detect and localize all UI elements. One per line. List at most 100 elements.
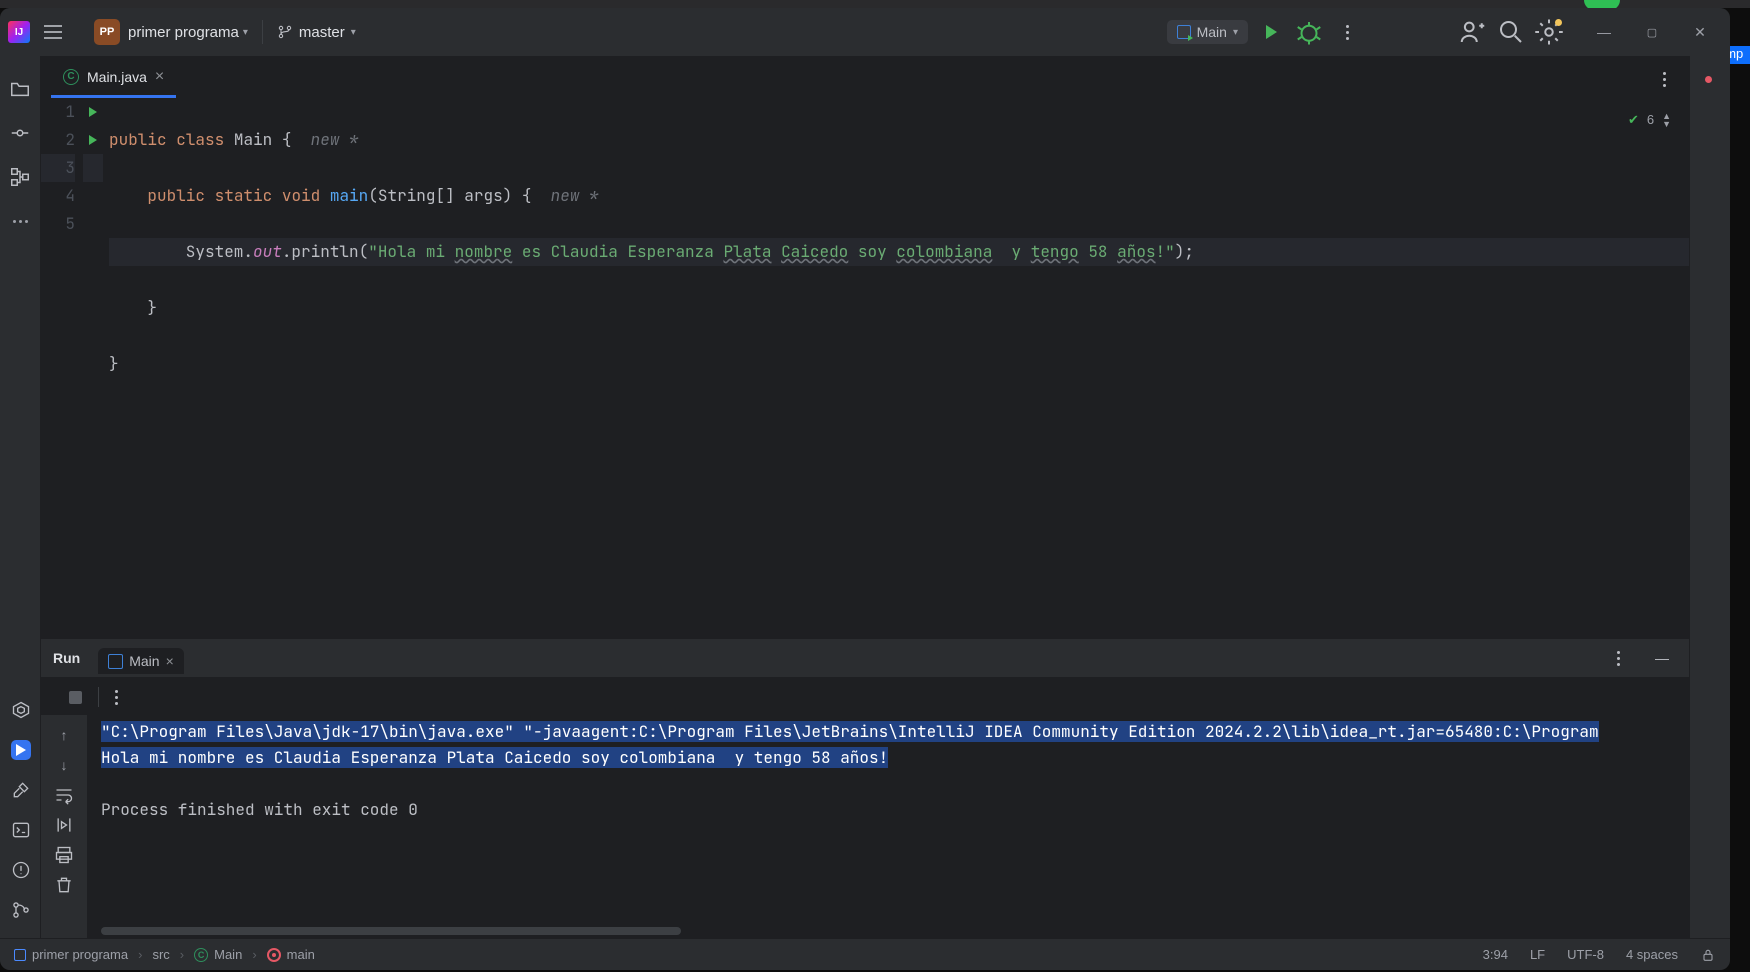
project-avatar-icon: PP: [94, 19, 120, 45]
services-icon: [11, 700, 31, 720]
problems-tool-button[interactable]: [11, 860, 31, 880]
inspection-widget[interactable]: ✔ 6 ▲▼: [1628, 106, 1671, 134]
console-line-4: Process finished with exit code 0: [101, 799, 418, 820]
right-tool-stripe: [1689, 56, 1730, 938]
ide-window: IJ PP primer programa ▾ master ▾ Main ▾: [0, 8, 1730, 970]
breadcrumb-label: main: [287, 947, 315, 962]
editor-tab-main[interactable]: C Main.java ×: [51, 58, 176, 98]
terminal-tool-button[interactable]: [11, 820, 31, 840]
chevron-right-icon: ›: [138, 947, 142, 962]
code-with-me-button[interactable]: [1458, 17, 1488, 47]
scrollbar-thumb[interactable]: [101, 927, 681, 935]
vcs-branch-selector[interactable]: master ▾: [277, 24, 356, 41]
inspection-nav[interactable]: ▲▼: [1662, 112, 1671, 128]
project-tool-button[interactable]: [9, 78, 31, 100]
more-vertical-icon: [115, 690, 118, 705]
run-tool-button[interactable]: [11, 740, 31, 760]
line-separator[interactable]: LF: [1530, 947, 1545, 962]
external-window-top: [0, 0, 1750, 8]
chevron-down-icon: ▾: [1233, 27, 1238, 38]
close-tab-button[interactable]: ×: [155, 68, 164, 86]
main-menu-button[interactable]: [38, 17, 68, 47]
notification-indicator-icon: [1705, 76, 1712, 83]
project-name-label: primer programa: [128, 24, 239, 41]
lock-icon[interactable]: [1700, 947, 1716, 963]
code-editor[interactable]: 1 2 3 4 5 public class Main { new * publ…: [41, 98, 1689, 638]
commit-tool-button[interactable]: [9, 122, 31, 144]
console-horizontal-scrollbar[interactable]: [87, 924, 1689, 938]
scroll-to-end-button[interactable]: [54, 815, 74, 835]
search-icon: [1496, 17, 1526, 47]
services-tool-button[interactable]: [11, 700, 31, 720]
commit-icon: [9, 122, 31, 144]
structure-tool-button[interactable]: [9, 166, 31, 188]
trash-icon: [54, 875, 74, 895]
run-options-button[interactable]: [1603, 643, 1633, 673]
inspection-count: 6: [1647, 106, 1654, 134]
run-config-icon: [108, 654, 123, 669]
breadcrumb-project[interactable]: primer programa: [14, 947, 128, 962]
gutter-run-icon[interactable]: [89, 135, 97, 145]
caret-position[interactable]: 3:94: [1483, 947, 1508, 962]
toolbar-more-button[interactable]: [115, 690, 118, 705]
intellij-logo-icon: IJ: [8, 21, 30, 43]
git-tool-button[interactable]: [11, 900, 31, 920]
maximize-button[interactable]: ▢: [1630, 17, 1674, 47]
search-everywhere-button[interactable]: [1496, 17, 1526, 47]
arrow-down-icon: ↓: [61, 757, 68, 773]
close-button[interactable]: ✕: [1678, 17, 1722, 47]
scroll-down-button[interactable]: ↓: [54, 755, 74, 775]
more-tools-button[interactable]: [9, 210, 31, 232]
hide-run-panel-button[interactable]: —: [1647, 643, 1677, 673]
minimize-button[interactable]: —: [1582, 17, 1626, 47]
folder-icon: [9, 78, 31, 100]
run-tool-window: Run Main × —: [41, 638, 1689, 938]
tab-filename: Main.java: [87, 69, 147, 85]
run-title: Run: [53, 650, 80, 666]
clear-button[interactable]: [54, 875, 74, 895]
build-tool-button[interactable]: [11, 780, 31, 800]
code-content[interactable]: public class Main { new * public static …: [103, 98, 1689, 638]
left-tool-stripe: [0, 56, 41, 938]
file-encoding[interactable]: UTF-8: [1567, 947, 1604, 962]
editor-tab-bar: C Main.java ×: [41, 56, 1689, 98]
title-bar: IJ PP primer programa ▾ master ▾ Main ▾: [0, 8, 1730, 56]
run-config-icon: [1177, 25, 1191, 39]
more-vertical-icon: [1663, 72, 1666, 87]
breadcrumb-method[interactable]: main: [267, 947, 315, 962]
wrap-icon: [54, 785, 74, 805]
scroll-up-button[interactable]: ↑: [54, 725, 74, 745]
project-selector[interactable]: primer programa ▾: [128, 24, 248, 41]
module-icon: [14, 949, 26, 961]
indent-setting[interactable]: 4 spaces: [1626, 947, 1678, 962]
console-output[interactable]: "C:\Program Files\Java\jdk-17\bin\java.e…: [87, 715, 1689, 924]
breadcrumb-class[interactable]: C Main: [194, 947, 242, 962]
run-toolbar-row: [41, 677, 1689, 715]
stop-button[interactable]: [69, 691, 82, 704]
close-session-button[interactable]: ×: [166, 653, 174, 669]
run-config-label: Main: [1197, 24, 1227, 40]
print-button[interactable]: [54, 845, 74, 865]
gutter-run-icon[interactable]: [89, 107, 97, 117]
run-session-tab[interactable]: Main ×: [98, 648, 184, 674]
chevron-down-icon: ▾: [243, 27, 248, 38]
run-more-button[interactable]: [1332, 17, 1362, 47]
debug-button[interactable]: [1294, 17, 1324, 47]
breadcrumb-src[interactable]: src: [152, 947, 169, 962]
gutter-run-icons: [83, 98, 103, 638]
bug-icon: [1294, 17, 1324, 47]
structure-icon: [9, 166, 31, 188]
console-side-toolbar: ↑ ↓: [41, 715, 87, 938]
method-icon: [267, 948, 281, 962]
soft-wrap-button[interactable]: [54, 785, 74, 805]
run-button[interactable]: [1256, 17, 1286, 47]
settings-button[interactable]: [1534, 17, 1564, 47]
minimize-icon: —: [1655, 650, 1669, 666]
close-icon: ✕: [1694, 24, 1706, 41]
tab-options-button[interactable]: [1649, 64, 1679, 94]
more-vertical-icon: [1617, 651, 1620, 666]
minimize-icon: —: [1597, 24, 1611, 40]
branch-name-label: master: [299, 24, 345, 41]
run-config-selector[interactable]: Main ▾: [1167, 20, 1248, 44]
chevron-down-icon: ▾: [351, 27, 356, 38]
